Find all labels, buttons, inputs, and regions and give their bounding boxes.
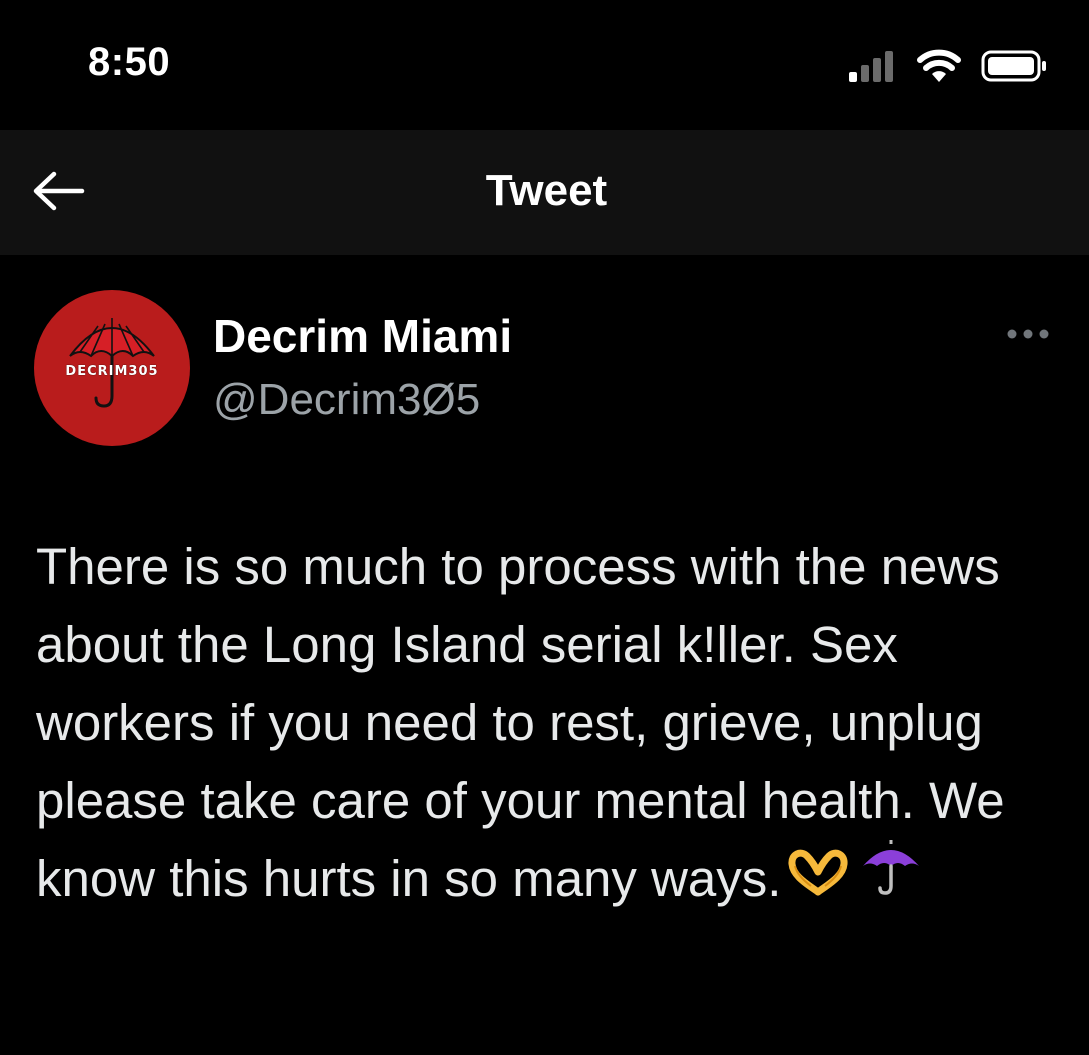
heart-hands-emoji <box>787 840 849 918</box>
status-bar: 8:50 <box>0 0 1089 130</box>
page-title: Tweet <box>485 166 608 215</box>
author-handle[interactable]: @Decrim3Ø5 <box>213 375 480 425</box>
status-icons <box>847 48 1047 88</box>
purple-umbrella-emoji <box>859 839 923 918</box>
more-options-button[interactable] <box>1003 321 1053 351</box>
avatar[interactable]: DECRIM305 <box>34 290 190 446</box>
nav-bar: Tweet <box>0 130 1089 255</box>
author-display-name[interactable]: Decrim Miami <box>213 309 512 363</box>
status-time: 8:50 <box>88 40 171 84</box>
tweet-emojis <box>787 839 923 918</box>
wifi-icon <box>917 49 961 88</box>
battery-icon <box>981 50 1047 87</box>
cellular-signal-icon <box>847 50 897 87</box>
more-options-icon <box>1006 327 1050 345</box>
avatar-logo-text: DECRIM305 <box>65 364 159 379</box>
tweet-body: There is so much to process with the new… <box>36 528 1066 922</box>
tweet-detail: DECRIM305 Decrim Miami @Decrim3Ø5 There … <box>0 255 1089 1055</box>
